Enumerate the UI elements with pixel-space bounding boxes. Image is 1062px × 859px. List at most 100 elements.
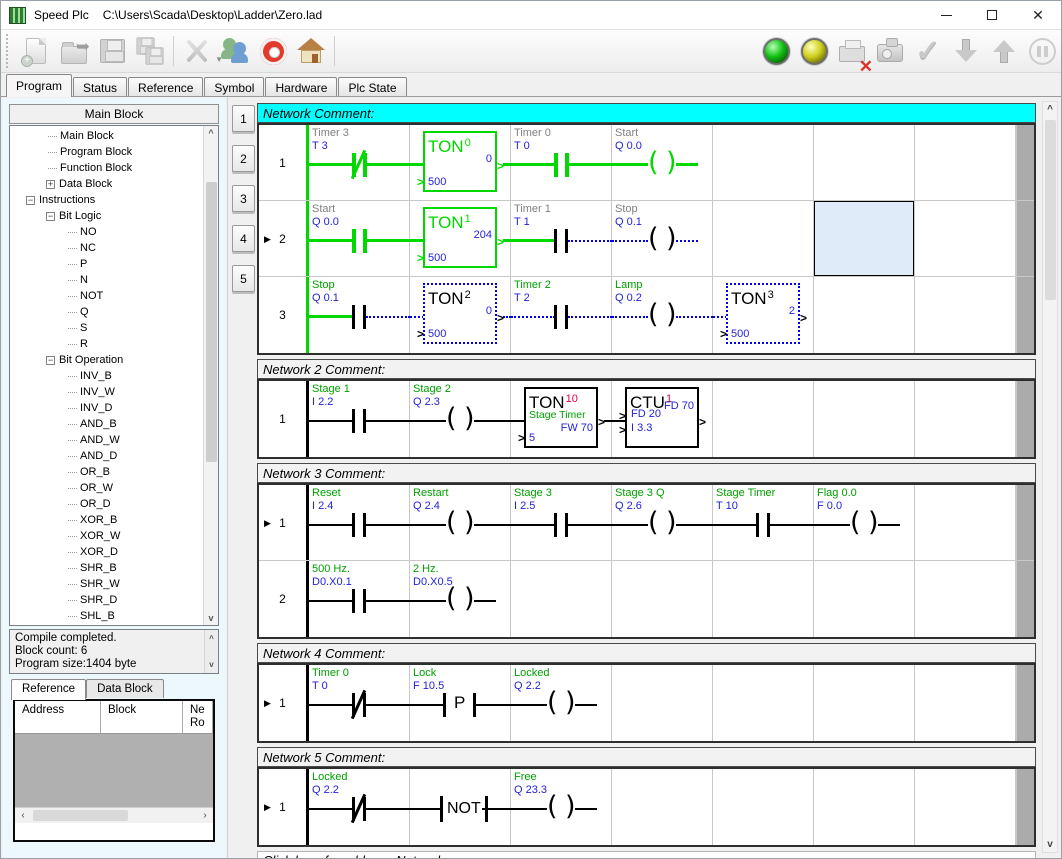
ladder-cell-nc[interactable]: Timer 0T 0 (309, 665, 410, 741)
ladder-scroll-thumb[interactable] (1045, 120, 1056, 300)
rung-number-cell[interactable]: ▶2 (259, 201, 309, 276)
ladder-cell-nc[interactable]: Timer 3T 3 (309, 125, 410, 200)
help-button[interactable] (254, 32, 292, 70)
tree-item-nc[interactable]: NC (10, 240, 218, 256)
hscroll-right-icon[interactable]: › (197, 808, 213, 823)
ton-block[interactable]: TON20>500> (423, 283, 497, 344)
tab-reference[interactable]: Reference (11, 679, 86, 700)
tree-item-function-block[interactable]: Function Block (10, 160, 218, 176)
ton-block[interactable]: TON32>500> (726, 283, 800, 344)
ladder-cell-coil[interactable]: 2 Hz.D0.X0.5() (410, 561, 511, 637)
ladder-cell-empty[interactable] (915, 125, 1016, 200)
tree-scrollbar[interactable]: ^ v (203, 126, 218, 625)
compile-scrollbar[interactable]: ^ v (204, 630, 218, 673)
column-header-block[interactable]: Block (101, 701, 183, 733)
ladder-cell-no[interactable]: Stage TimerT 10 (713, 485, 814, 560)
upload-button[interactable] (985, 32, 1023, 70)
tab-data-block[interactable]: Data Block (86, 679, 164, 698)
ladder-cell-empty[interactable] (713, 561, 814, 637)
users-button[interactable] (216, 32, 254, 70)
tree-item-xor-d[interactable]: XOR_D (10, 544, 218, 560)
ladder-scroll-down-icon[interactable]: v (1043, 839, 1057, 850)
tree-item-instructions[interactable]: −Instructions (10, 192, 218, 208)
network-nav-button-1[interactable]: 1 (232, 105, 255, 132)
ladder-cell-empty[interactable] (814, 561, 915, 637)
selected-cell[interactable] (814, 201, 914, 276)
ladder-cell-no[interactable]: Timer 0T 0 (511, 125, 612, 200)
ladder-vscrollbar[interactable]: ^ v (1042, 101, 1058, 853)
plc-device-button[interactable] (871, 32, 909, 70)
column-header-ne-ro[interactable]: Ne Ro (183, 701, 213, 733)
ladder-cell-empty[interactable] (612, 665, 713, 741)
ladder-cell-empty[interactable] (612, 769, 713, 845)
tools-button[interactable]: ▼ (178, 32, 216, 70)
tree-item-or-b[interactable]: OR_B (10, 464, 218, 480)
tree-item-q[interactable]: Q (10, 304, 218, 320)
ladder-cell-empty[interactable] (713, 665, 814, 741)
tree-item-no[interactable]: NO (10, 224, 218, 240)
ladder-cell-box[interactable]: TON20>500> (410, 277, 511, 353)
ladder-cell-coil[interactable]: LampQ 0.2() (612, 277, 713, 353)
tree-item-or-d[interactable]: OR_D (10, 496, 218, 512)
ladder-cell-coil[interactable]: Flag 0.0F 0.0() (814, 485, 915, 560)
ladder-cell-empty[interactable] (814, 769, 915, 845)
tab-plc-state[interactable]: Plc State (338, 77, 406, 97)
ladder-cell-no[interactable]: StopQ 0.1 (309, 277, 410, 353)
ladder-cell-coil[interactable]: StopQ 0.1() (612, 201, 713, 276)
ladder-cell-box[interactable]: TON1204>500> (410, 201, 511, 276)
ladder-cell-no[interactable]: Timer 2T 2 (511, 277, 612, 353)
ladder-cell-no[interactable]: 500 Hz.D0.X0.1 (309, 561, 410, 637)
ladder-cell-empty[interactable] (511, 561, 612, 637)
stop-led-button[interactable] (795, 32, 833, 70)
rung-number-cell[interactable]: 2 (259, 561, 309, 637)
pause-button[interactable] (1023, 32, 1061, 70)
tree-item-not[interactable]: NOT (10, 288, 218, 304)
tree-item-bit-operation[interactable]: −Bit Operation (10, 352, 218, 368)
ladder-cell-empty[interactable] (814, 381, 915, 457)
network-comment-bar[interactable]: Network Comment: (257, 103, 1036, 123)
ladder-cell-empty[interactable] (814, 201, 915, 276)
verify-button[interactable]: ✓ (909, 32, 947, 70)
add-network-bar[interactable]: Click here for add new Network (257, 851, 1036, 859)
tree-item-shr-w[interactable]: SHR_W (10, 576, 218, 592)
tree-item-xor-b[interactable]: XOR_B (10, 512, 218, 528)
ladder-cell-coil[interactable]: LockedQ 2.2() (511, 665, 612, 741)
tab-program[interactable]: Program (6, 74, 72, 97)
ladder-cell-empty[interactable] (713, 769, 814, 845)
tree-item-s[interactable]: S (10, 320, 218, 336)
ladder-cell-nc[interactable]: LockedQ 2.2 (309, 769, 410, 845)
minimize-button[interactable] (923, 1, 969, 29)
network-nav-button-4[interactable]: 4 (232, 225, 255, 252)
run-led-button[interactable] (757, 32, 795, 70)
ladder-cell-not[interactable]: NOT (410, 769, 511, 845)
printer-delete-button[interactable]: ✕ (833, 32, 871, 70)
tree-item-shl-b[interactable]: SHL_B (10, 608, 218, 624)
ladder-cell-empty[interactable] (915, 381, 1016, 457)
rung-number-cell[interactable]: 1 (259, 125, 309, 200)
rung-number-cell[interactable]: ▶1 (259, 665, 309, 741)
ladder-cell-empty[interactable] (814, 665, 915, 741)
ladder-cell-coil[interactable]: StartQ 0.0() (612, 125, 713, 200)
tree-scroll-thumb[interactable] (206, 182, 217, 462)
tree-item-and-b[interactable]: AND_B (10, 416, 218, 432)
tab-status[interactable]: Status (73, 77, 127, 97)
home-button[interactable] (292, 32, 330, 70)
ladder-cell-box[interactable]: TON32>500> (713, 277, 814, 353)
ton-block[interactable]: TON1204>500> (423, 207, 497, 268)
compile-scroll-up-icon[interactable]: ^ (205, 632, 218, 645)
network-comment-bar[interactable]: Network 4 Comment: (257, 643, 1036, 663)
hscroll-thumb[interactable] (33, 810, 128, 821)
ladder-cell-empty[interactable] (915, 769, 1016, 845)
save-button[interactable] (93, 32, 131, 70)
ladder-cell-empty[interactable] (915, 561, 1016, 637)
block-header[interactable]: Main Block (9, 104, 219, 124)
rung-number-cell[interactable]: 3 (259, 277, 309, 353)
tree-item-shr-d[interactable]: SHR_D (10, 592, 218, 608)
download-button[interactable] (947, 32, 985, 70)
ladder-cell-empty[interactable] (915, 485, 1016, 560)
ton-block[interactable]: TON10Stage TimerFW 70>5> (524, 387, 598, 448)
maximize-button[interactable] (969, 1, 1015, 29)
new-file-button[interactable]: + (17, 32, 55, 70)
tree-item-inv-b[interactable]: INV_B (10, 368, 218, 384)
network-comment-bar[interactable]: Network 2 Comment: (257, 359, 1036, 379)
